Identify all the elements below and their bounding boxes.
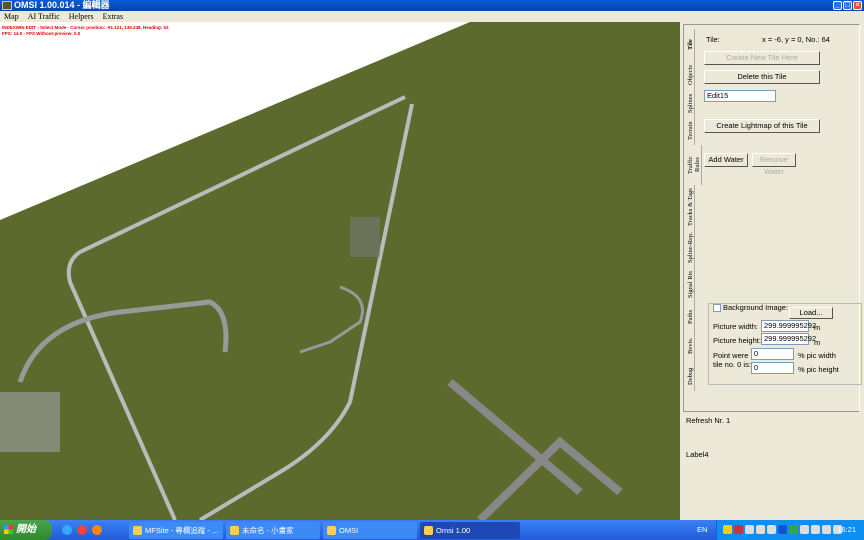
menu-map[interactable]: Map <box>4 11 19 22</box>
menu-ai-traffic[interactable]: AI Traffic <box>28 11 60 22</box>
create-new-tile-button[interactable]: Create New Tile Here <box>704 51 820 65</box>
picture-height-input[interactable]: 299.999995292 <box>761 333 816 345</box>
tab-terrain[interactable]: Terrain <box>687 117 695 145</box>
picture-height-unit: m <box>814 338 821 347</box>
tab-tile[interactable]: Tile <box>687 29 695 61</box>
tab-control: Tile Objects Splines Terrain Traffic Rul… <box>683 24 862 412</box>
task-paint[interactable]: 未命名 - 小畫家 <box>226 521 320 539</box>
media-icon[interactable] <box>778 525 787 534</box>
tab-paths[interactable]: Paths <box>687 303 695 331</box>
vertical-tabs: Tile Objects Splines Terrain Traffic Rul… <box>687 29 702 391</box>
tab-spline-rep[interactable]: Spline-Rep. <box>687 229 695 267</box>
terrain-render <box>0 22 623 520</box>
menu-extras[interactable]: Extras <box>103 11 123 22</box>
start-button[interactable]: 開始 <box>0 520 52 540</box>
background-image-checkbox[interactable] <box>713 304 721 312</box>
pct-height-input[interactable]: 0 <box>751 362 794 374</box>
background-image-label: Background Image: <box>723 303 789 312</box>
clock: 16:21 <box>837 525 856 534</box>
keyboard-icon[interactable] <box>822 525 831 534</box>
tray-icons <box>723 525 842 534</box>
tab-splines[interactable]: Splines <box>687 89 695 117</box>
label4: Label4 <box>686 450 709 459</box>
picture-width-input[interactable]: 299.999995292 <box>761 320 816 332</box>
tab-tracks-tags[interactable]: Tracks & Tags <box>687 185 695 229</box>
tab-signal-rts[interactable]: Signal Rts <box>687 267 695 303</box>
debug-line-2: FPS: 14.0 - FPS Without-preview: 0.0 <box>2 31 81 36</box>
task-mfsite[interactable]: MFSite - 專欄追蹤 - ... <box>129 521 223 539</box>
chrome-icon[interactable] <box>77 525 87 535</box>
close-button[interactable]: × <box>853 1 862 10</box>
background-image-group: Background Image: Load... Picture width:… <box>708 303 862 385</box>
title-bar: OMSI 1.00.014 - 編輯器 _ □ × <box>0 0 864 11</box>
add-water-button[interactable]: Add Water <box>704 153 748 167</box>
tray-icon[interactable] <box>800 525 809 534</box>
tab-traffic-rules[interactable]: Traffic Rules <box>687 145 702 185</box>
taskbar: 開始 MFSite - 專欄追蹤 - ... 未命名 - 小畫家 OMSI Om… <box>0 520 864 540</box>
tab-debug[interactable]: Debug <box>687 361 695 391</box>
quick-launch <box>62 525 126 535</box>
pdf-icon[interactable] <box>734 525 743 534</box>
menu-bar: Map AI Traffic Helpers Extras <box>0 11 864 22</box>
pct-height-label: % pic height <box>798 365 839 374</box>
maximize-button[interactable]: □ <box>843 1 852 10</box>
debug-overlay: INDEXWIN EDIT - Select Mode - Cursor pos… <box>2 25 169 37</box>
refresh-label: Refresh Nr. 1 <box>686 416 731 425</box>
tab-objects[interactable]: Objects <box>687 61 695 89</box>
minimize-button[interactable]: _ <box>833 1 842 10</box>
tile-label: Tile: <box>706 35 720 44</box>
editor-panel: Tile Objects Splines Terrain Traffic Rul… <box>681 22 864 520</box>
user-icon[interactable] <box>745 525 754 534</box>
task-omsi-app[interactable]: Omsi 1.00 <box>420 521 520 539</box>
point-label-1: Point were <box>713 351 749 360</box>
update-icon[interactable] <box>789 525 798 534</box>
security-icon[interactable] <box>723 525 732 534</box>
remove-water-button[interactable]: Remove Water <box>752 153 796 176</box>
delete-tile-button[interactable]: Delete this Tile <box>704 70 820 84</box>
app-icon <box>2 1 12 10</box>
task-omsi-folder[interactable]: OMSI <box>323 521 417 539</box>
menu-helpers[interactable]: Helpers <box>69 11 94 22</box>
load-button[interactable]: Load... <box>789 307 833 319</box>
pct-width-input[interactable]: 0 <box>751 348 794 360</box>
create-lightmap-button[interactable]: Create Lightmap of this Tile <box>704 119 820 133</box>
tile-coords: x = -6, y = 0, No.: 64 <box>762 35 830 44</box>
window-title: OMSI 1.00.014 - 編輯器 <box>14 0 110 10</box>
disc-icon[interactable] <box>811 525 820 534</box>
picture-width-label: Picture width: <box>713 322 759 331</box>
firefox-icon[interactable] <box>92 525 102 535</box>
system-tray: EN 16:21 <box>697 520 864 540</box>
map-viewport[interactable]: INDEXWIN EDIT - Select Mode - Cursor pos… <box>0 22 680 520</box>
point-label-2: tile no. 0 is: <box>713 360 751 369</box>
app-tray-icon[interactable] <box>767 525 776 534</box>
picture-height-label: Picture height: <box>713 336 761 345</box>
network-icon[interactable] <box>756 525 765 534</box>
language-indicator[interactable]: EN <box>697 520 707 540</box>
pct-width-label: % pic width <box>798 351 836 360</box>
tab-bevis[interactable]: Bevis. <box>687 331 695 361</box>
picture-width-unit: m <box>814 323 821 332</box>
ie-icon[interactable] <box>62 525 72 535</box>
edit15-input[interactable]: Edit15 <box>704 90 776 102</box>
